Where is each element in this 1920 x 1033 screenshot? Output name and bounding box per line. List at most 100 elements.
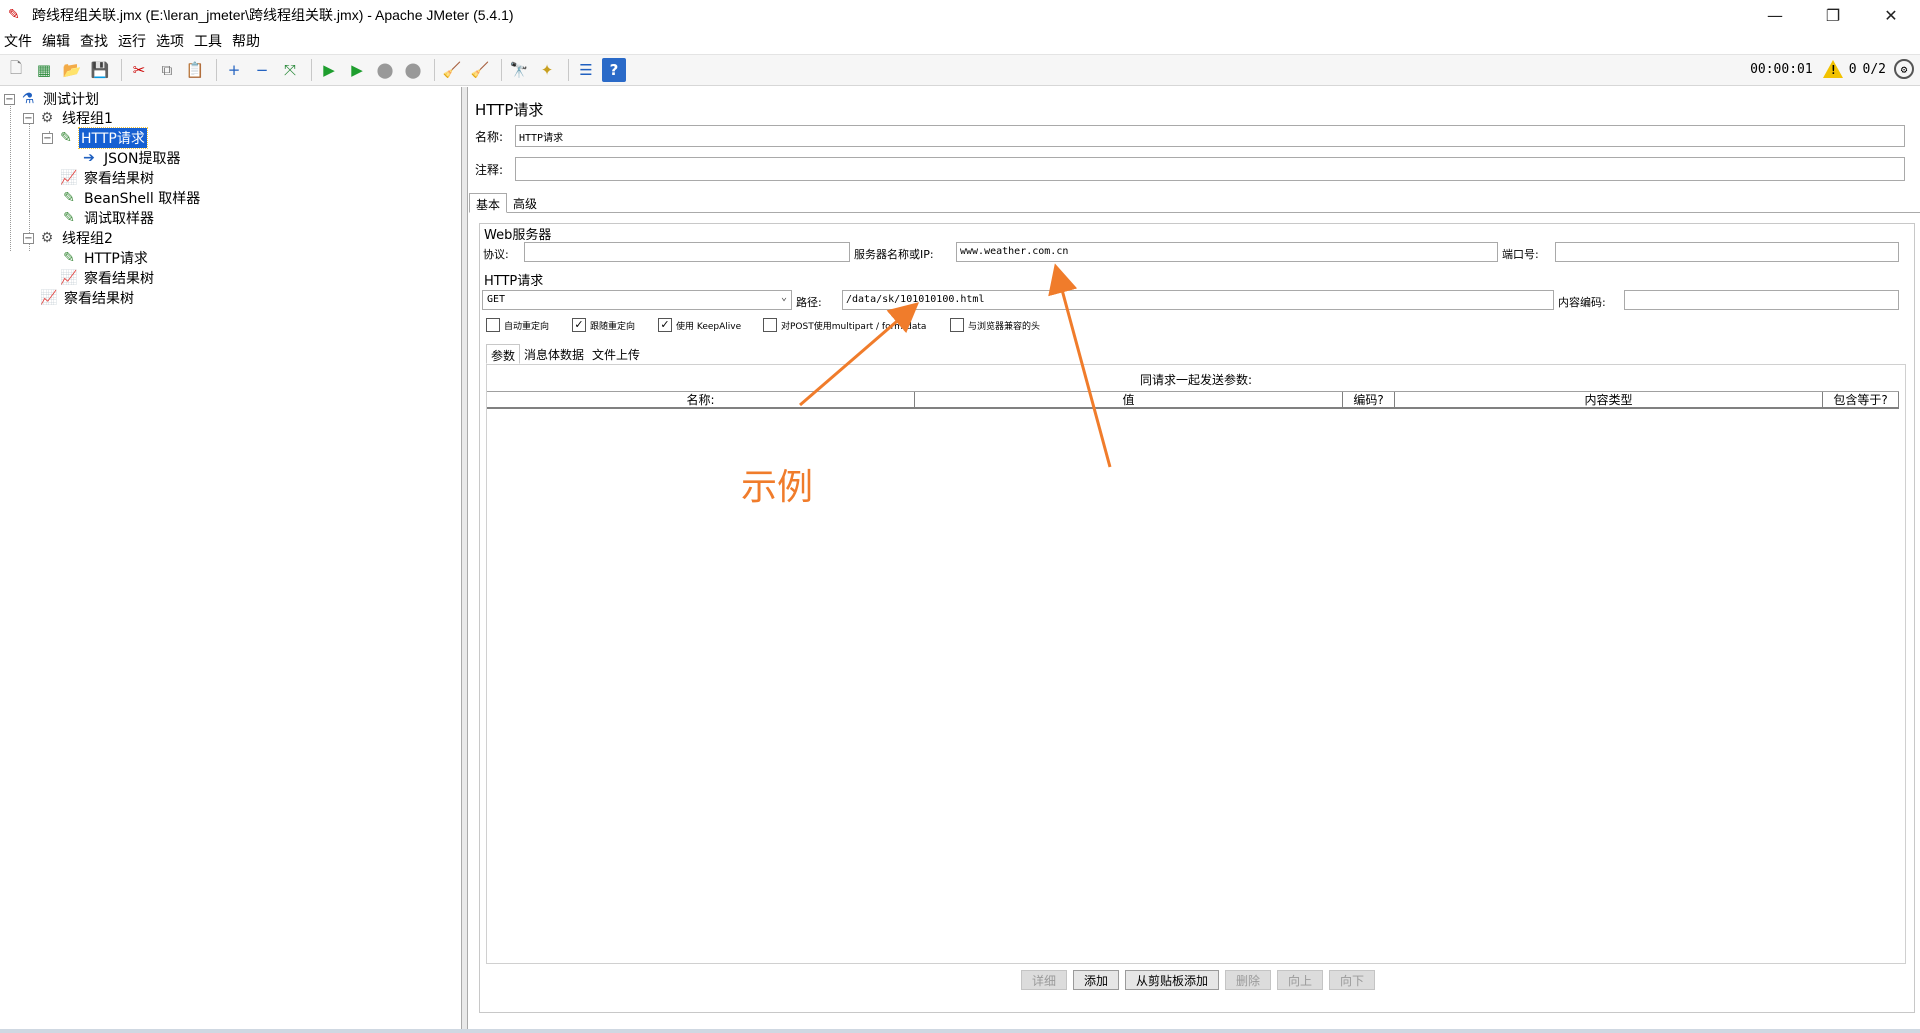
tree-label: JSON提取器	[104, 151, 181, 167]
clear-all-icon[interactable]: 🧹	[468, 58, 492, 82]
tree-label: 调试取样器	[84, 211, 154, 227]
menu-help[interactable]: 帮助	[232, 31, 260, 51]
parameter-buttons: 详细 添加 从剪贴板添加 删除 向上 向下	[480, 970, 1916, 990]
warning-icon[interactable]	[1822, 60, 1843, 78]
collapse-toggle-icon[interactable]: −	[23, 112, 34, 124]
tree-node-beanshell[interactable]: ✎ BeanShell 取样器	[60, 188, 202, 208]
start-icon[interactable]: ▶	[317, 58, 341, 82]
method-select[interactable]: GET ⌄	[482, 290, 792, 310]
port-field[interactable]	[1555, 242, 1899, 262]
tree-label: 线程组1	[62, 111, 113, 127]
cut-icon[interactable]: ✂	[127, 58, 151, 82]
maximize-button[interactable]: ❐	[1804, 0, 1862, 30]
new-icon[interactable]: 🗋	[4, 58, 28, 82]
menu-run[interactable]: 运行	[118, 31, 146, 51]
menu-tools[interactable]: 工具	[194, 31, 222, 51]
column-name[interactable]: 名称:	[487, 392, 915, 407]
basic-tab-content: Web服务器 协议: 服务器名称或IP: www.weather.com.cn …	[479, 223, 1915, 1013]
tree-node-http-request-2[interactable]: ✎ HTTP请求	[60, 248, 150, 268]
http-request-group-title: HTTP请求	[484, 274, 544, 289]
tree-node-view-results-1[interactable]: 📈 察看结果树	[60, 168, 156, 188]
config-tabs: 基本 高级	[469, 193, 1920, 213]
tree-node-thread-group-1[interactable]: − ⚙ 线程组1	[23, 108, 115, 128]
protocol-field[interactable]	[524, 242, 850, 262]
chevron-down-icon: ⌄	[780, 292, 787, 303]
shutdown-icon[interactable]: ⬤	[401, 58, 425, 82]
comment-field[interactable]	[515, 157, 1905, 181]
clear-icon[interactable]: 🧹	[440, 58, 464, 82]
templates-icon[interactable]: ▦	[32, 58, 56, 82]
minimize-button[interactable]: —	[1746, 0, 1804, 30]
help-icon[interactable]: ?	[602, 58, 626, 82]
tab-body-data[interactable]: 消息体数据	[520, 344, 588, 364]
reset-search-icon[interactable]: ✦	[535, 58, 559, 82]
server-field[interactable]: www.weather.com.cn	[956, 242, 1498, 262]
tab-basic[interactable]: 基本	[469, 193, 508, 213]
close-button[interactable]: ✕	[1862, 0, 1920, 30]
tree-node-test-plan[interactable]: − ⚗ 测试计划	[4, 89, 101, 109]
name-field[interactable]: HTTP请求	[515, 125, 1905, 147]
move-down-button[interactable]: 向下	[1329, 970, 1376, 990]
collapse-toggle-icon[interactable]: −	[23, 232, 34, 244]
column-include-equals[interactable]: 包含等于?	[1823, 392, 1899, 407]
tree-label: 察看结果树	[64, 291, 134, 307]
menu-file[interactable]: 文件	[4, 31, 32, 51]
menu-options[interactable]: 选项	[156, 31, 184, 51]
menu-edit[interactable]: 编辑	[42, 31, 70, 51]
tab-parameters[interactable]: 参数	[486, 344, 521, 364]
encoding-field[interactable]	[1624, 290, 1899, 310]
start-no-pause-icon[interactable]: ▶	[345, 58, 369, 82]
collapse-toggle-icon[interactable]: −	[4, 93, 15, 105]
toggle-icon[interactable]: ⤧	[278, 58, 302, 82]
web-server-group-title: Web服务器	[484, 228, 552, 243]
column-content-type[interactable]: 内容类型	[1395, 392, 1823, 407]
menu-search[interactable]: 查找	[80, 31, 108, 51]
auto-redirect-checkbox[interactable]: 自动重定向	[486, 318, 549, 332]
tab-advanced[interactable]: 高级	[507, 193, 543, 213]
tree-node-view-results-2[interactable]: 📈 察看结果树	[60, 268, 156, 288]
parameters-caption: 同请求一起发送参数:	[1139, 373, 1253, 387]
collapse-icon[interactable]: −	[250, 58, 274, 82]
tree-node-thread-group-2[interactable]: − ⚙ 线程组2	[23, 228, 115, 248]
split-pane-divider[interactable]	[462, 87, 468, 1033]
move-up-button[interactable]: 向上	[1277, 970, 1324, 990]
expand-icon[interactable]: +	[222, 58, 246, 82]
path-field[interactable]: /data/sk/101010100.html	[842, 290, 1554, 310]
detail-button[interactable]: 详细	[1020, 970, 1067, 990]
paste-icon[interactable]: 📋	[183, 58, 207, 82]
function-helper-icon[interactable]: ☰	[574, 58, 598, 82]
checkbox-label: 自动重定向	[504, 321, 550, 332]
column-value[interactable]: 值	[915, 392, 1343, 407]
comment-row: 注释:	[475, 157, 1905, 181]
post-processor-arrow-icon: ➔	[83, 150, 95, 166]
browser-headers-checkbox[interactable]: 与浏览器兼容的头	[950, 318, 1040, 332]
add-button[interactable]: 添加	[1072, 970, 1119, 990]
tree-node-http-request-1[interactable]: − ✎ HTTP请求	[42, 127, 148, 149]
run-status: 00:00:01 0 0/2 ⚙	[1744, 59, 1914, 79]
tree-node-view-results-3[interactable]: 📈 察看结果树	[40, 288, 136, 308]
follow-redirect-checkbox[interactable]: ✓ 跟随重定向	[572, 318, 635, 332]
request-subtabs: 参数 消息体数据 文件上传	[486, 344, 644, 364]
tab-file-upload[interactable]: 文件上传	[588, 344, 644, 364]
copy-icon[interactable]: ⧉	[155, 58, 179, 82]
stop-icon[interactable]: ⬤	[373, 58, 397, 82]
checkbox-label: 使用 KeepAlive	[676, 321, 742, 332]
column-encode[interactable]: 编码?	[1343, 392, 1395, 407]
collapse-toggle-icon[interactable]: −	[42, 132, 53, 144]
delete-button[interactable]: 删除	[1225, 970, 1272, 990]
checkbox-unchecked-icon	[486, 318, 500, 332]
search-binoculars-icon[interactable]: 🔭	[507, 58, 531, 82]
tree-node-json-extractor[interactable]: ➔ JSON提取器	[80, 148, 183, 168]
toolbar: 🗋 ▦ 📂 💾 ✂ ⧉ 📋 + − ⤧ ▶ ▶ ⬤ ⬤ 🧹 🧹 🔭 ✦ ☰ ? …	[0, 54, 1920, 86]
multipart-checkbox[interactable]: 对POST使用multipart / form-data	[763, 318, 926, 332]
checkbox-label: 对POST使用multipart / form-data	[781, 321, 927, 332]
sampler-pipette-icon: ✎	[60, 130, 72, 146]
tree-label: HTTP请求	[84, 251, 148, 267]
keepalive-checkbox[interactable]: ✓ 使用 KeepAlive	[658, 318, 741, 332]
add-from-clipboard-button[interactable]: 从剪贴板添加	[1124, 970, 1219, 990]
checkbox-unchecked-icon	[950, 318, 964, 332]
open-icon[interactable]: 📂	[60, 58, 84, 82]
elapsed-time: 00:00:01	[1750, 61, 1813, 77]
tree-node-debug-sampler[interactable]: ✎ 调试取样器	[60, 208, 156, 228]
save-icon[interactable]: 💾	[88, 58, 112, 82]
